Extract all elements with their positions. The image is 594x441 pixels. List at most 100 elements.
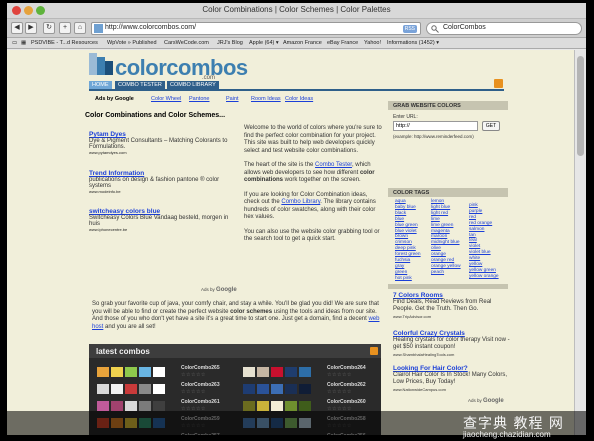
combo-library-link[interactable]: Combo Library [281, 199, 320, 205]
bookmark-item[interactable]: eBay France [327, 40, 358, 46]
vertical-scrollbar[interactable] [574, 50, 586, 435]
ad-link[interactable]: Room Ideas [251, 96, 281, 102]
latest-combos-rss-icon[interactable] [370, 347, 378, 355]
color-tag-link[interactable]: orange yellow [431, 264, 461, 270]
intro-paragraph: If you are looking for Color Combination… [244, 192, 382, 222]
ad-link[interactable]: Paint [226, 96, 239, 102]
combo-tester-link[interactable]: Combo Tester [315, 162, 352, 168]
combo-name[interactable]: ColorCombo264 [327, 365, 366, 371]
ad-title-link[interactable]: switcheasy colors blue [89, 208, 239, 215]
browser-toolbar: ◀ ▶ ↻ + ⌂ http://www.colorcombos.com/ RS… [7, 19, 586, 38]
add-bookmark-button[interactable]: + [59, 22, 71, 34]
bookmark-item[interactable]: Yahoo! [364, 40, 381, 46]
combo-rating-stars[interactable]: ☆☆☆☆☆ [181, 389, 206, 395]
color-swatch [97, 367, 109, 377]
search-field[interactable]: ColorCombos [426, 22, 582, 35]
rss-icon[interactable]: RSS [402, 25, 417, 33]
latest-combos-header: latest combos [89, 344, 381, 358]
ad-url[interactable]: www.pytamdyes.com [89, 150, 239, 155]
color-tag-link[interactable]: hot pink [395, 276, 421, 282]
ad-title-link[interactable]: Pytam Dyes [89, 131, 239, 138]
ads-by-google[interactable]: Ads by Google [468, 398, 504, 404]
sidebar-ad-title-link[interactable]: 7 Colors Rooms [393, 292, 511, 299]
sidebar-ad-url[interactable]: www.NationwideCampus.com [393, 386, 511, 393]
sidebar-ad-url[interactable]: www.TripAdvisor.com [393, 313, 511, 320]
sidebar-ad-url[interactable]: www.ShambhalaHealingTools.com [393, 351, 511, 358]
color-swatch [257, 384, 269, 394]
ad-url[interactable]: www.iphonecentre.be [89, 227, 239, 232]
intro-text: Welcome to the world of colors where you… [244, 125, 382, 251]
color-tag-link[interactable]: yellow orange [469, 274, 499, 280]
page-heading: Color Combinations and Color Schemes... [85, 112, 226, 119]
color-swatch [111, 367, 123, 377]
reload-button[interactable]: ↻ [43, 22, 55, 34]
combo-item[interactable]: ColorCombo264 ☆☆☆☆☆ [239, 363, 383, 380]
color-swatch [125, 384, 137, 394]
bookmark-item[interactable]: JRJ's Blog [217, 40, 243, 46]
text-ad: Pytam Dyes Dye & Pigment Consultants – M… [89, 131, 239, 155]
enter-url-label: Enter URL: [393, 114, 418, 120]
forward-button[interactable]: ▶ [25, 22, 37, 34]
combo-name[interactable]: ColorCombo260 [327, 399, 366, 405]
ad-link[interactable]: Color Wheel [151, 96, 181, 102]
color-swatch [285, 401, 297, 411]
color-tag-link[interactable]: peach [431, 270, 461, 276]
combo-item[interactable]: ColorCombo263 ☆☆☆☆☆ [93, 380, 237, 397]
color-swatch [139, 401, 151, 411]
sidebar-ad-title-link[interactable]: Looking For Hair Color? [393, 365, 511, 372]
color-swatch [125, 401, 137, 411]
bookmark-item[interactable]: Informations (1452) ▾ [387, 40, 439, 46]
ads-by-label: Ads by [468, 398, 482, 403]
color-swatch [139, 367, 151, 377]
bookmarks-bar: ▭ ▦ PSDVIBE - T...d Resources WpVote » P… [7, 38, 586, 49]
bookmark-item[interactable]: Amazon France [283, 40, 322, 46]
paragraph-bold-text: color schemes [230, 308, 273, 315]
color-tag-link[interactable]: yellow green [469, 268, 499, 274]
sidebar-ads-header [388, 284, 508, 289]
sidebar-ad-title-link[interactable]: Colorful Crazy Crystals [393, 330, 511, 337]
grab-url-input[interactable]: http:// [393, 121, 478, 131]
combo-name[interactable]: ColorCombo261 [181, 399, 220, 405]
ad-title-link[interactable]: Trend Information [89, 170, 239, 177]
bookmark-item[interactable]: CarsWeCode.com [164, 40, 209, 46]
scrollbar-thumb[interactable] [577, 56, 584, 156]
ads-by-google[interactable]: Ads by Google [201, 287, 237, 293]
combo-name[interactable]: ColorCombo263 [181, 382, 220, 388]
color-swatch [153, 384, 165, 394]
ad-link[interactable]: Color Ideas [285, 96, 313, 102]
color-swatch [97, 384, 109, 394]
ad-link[interactable]: Pantone [189, 96, 210, 102]
site-favicon-icon [94, 24, 103, 33]
bookmark-item[interactable]: PSDVIBE - T...d Resources [31, 40, 98, 46]
bookmark-item[interactable]: WpVote » Published [107, 40, 157, 46]
color-swatch [139, 384, 151, 394]
home-button[interactable]: ⌂ [74, 22, 86, 34]
combo-name[interactable]: ColorCombo265 [181, 365, 220, 371]
intro-text-segment: work together on the screen. [283, 177, 361, 183]
combo-rating-stars[interactable]: ☆☆☆☆☆ [327, 372, 352, 378]
google-brand: Google [216, 287, 237, 293]
feed-icon[interactable] [494, 79, 503, 88]
colorcombos-logo-icon[interactable] [89, 53, 115, 75]
ad-body: Dye & Pigment Consultants – Matching Col… [89, 138, 228, 150]
paragraph-segment: and you are all set! [103, 323, 156, 330]
get-colors-button[interactable]: GET [482, 121, 500, 131]
text-ad: Trend Information publications on design… [89, 170, 239, 194]
color-tag-link[interactable]: blue green [395, 223, 421, 229]
site-logo-text[interactable]: colorcombos [115, 55, 248, 81]
combo-item[interactable]: ColorCombo265 ☆☆☆☆☆ [93, 363, 237, 380]
combo-rating-stars[interactable]: ☆☆☆☆☆ [181, 372, 206, 378]
top-sites-icon[interactable]: ▦ [21, 40, 26, 46]
ad-url[interactable]: www.modeinfo.be [89, 189, 239, 194]
sidebar-ad: 7 Colors Rooms Find Deals, Read Reviews … [393, 292, 511, 320]
address-bar[interactable]: http://www.colorcombos.com/ RSS [91, 22, 421, 35]
bookmark-item[interactable]: Apple (64) ▾ [249, 40, 279, 46]
color-swatch [299, 367, 311, 377]
url-text: http://www.colorcombos.com/ [105, 24, 197, 31]
combo-item[interactable]: ColorCombo262 ☆☆☆☆☆ [239, 380, 383, 397]
combo-name[interactable]: ColorCombo262 [327, 382, 366, 388]
text-ad: switcheasy colors blue Switcheasy Colors… [89, 208, 239, 232]
back-button[interactable]: ◀ [11, 22, 23, 34]
bookmarks-icon[interactable]: ▭ [12, 40, 17, 46]
combo-rating-stars[interactable]: ☆☆☆☆☆ [327, 389, 352, 395]
